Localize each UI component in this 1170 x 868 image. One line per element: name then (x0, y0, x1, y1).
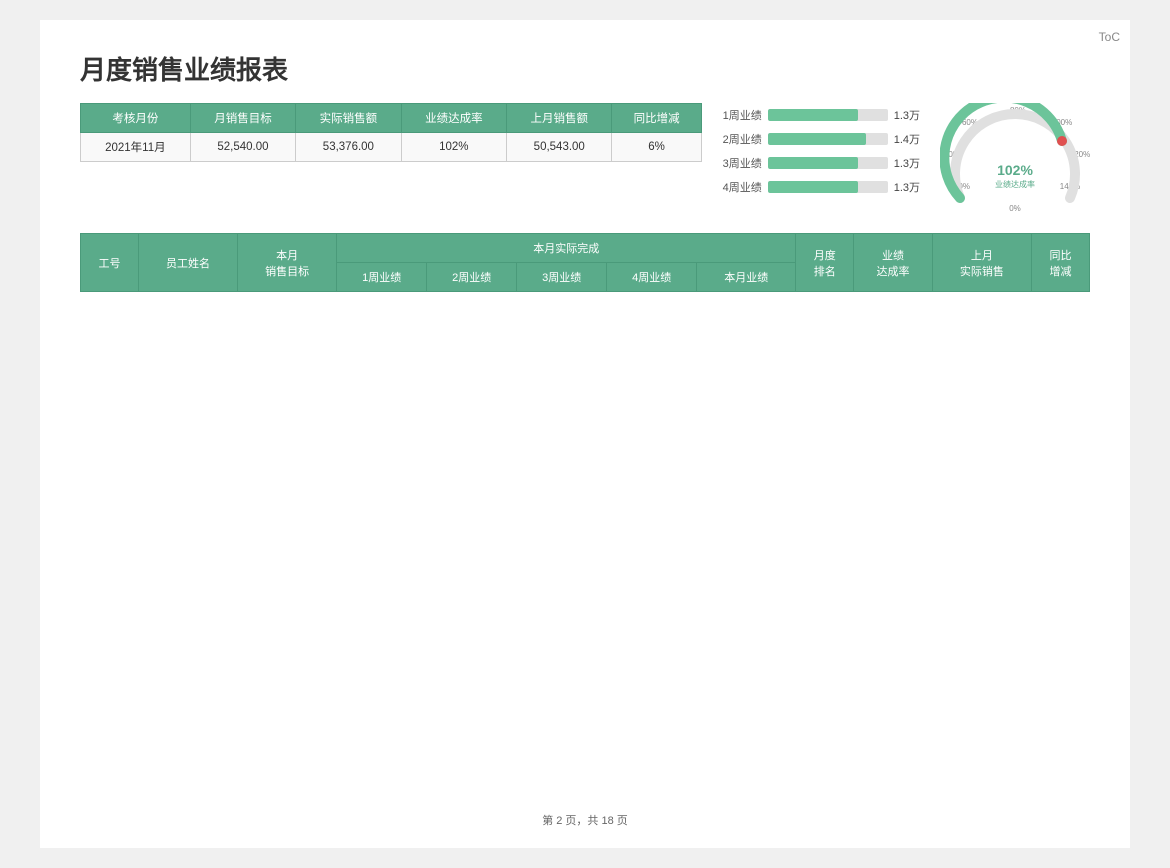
bar-label-2: 2周业绩 (722, 131, 762, 147)
th-week4: 4周业绩 (607, 263, 697, 292)
bar-track-1 (768, 109, 888, 121)
empty-row (81, 292, 1090, 792)
th-last-actual: 上月实际销售 (932, 234, 1031, 292)
th-id: 工号 (81, 234, 139, 292)
toc-badge: ToC (1099, 30, 1120, 44)
summary-row: 2021年11月 52,540.00 53,376.00 102% 50,543… (81, 133, 702, 162)
bar-chart: 1周业绩 1.3万 2周业绩 1.4万 3周业绩 1.3万 4周业绩 1.3万 (722, 103, 920, 195)
bar-fill-4 (768, 181, 858, 193)
bar-track-3 (768, 157, 888, 169)
bar-label-3: 3周业绩 (722, 155, 762, 171)
bar-row-3: 3周业绩 1.3万 (722, 155, 920, 171)
bar-row-2: 2周业绩 1.4万 (722, 131, 920, 147)
bar-track-4 (768, 181, 888, 193)
top-section: 考核月份 月销售目标 实际销售额 业绩达成率 上月销售额 同比增减 2021年1… (80, 103, 1090, 213)
bar-track-2 (768, 133, 888, 145)
th-yoy: 同比增减 (1031, 234, 1089, 292)
detail-table: 工号 员工姓名 本月销售目标 本月实际完成 月度排名 业绩达成率 上月实际销售 … (80, 233, 1090, 792)
col-header-actual: 实际销售额 (296, 104, 401, 133)
col-header-rate: 业绩达成率 (401, 104, 506, 133)
th-week3: 3周业绩 (517, 263, 607, 292)
summary-month: 2021年11月 (81, 133, 191, 162)
th-name: 员工姓名 (138, 234, 237, 292)
bar-value-1: 1.3万 (894, 107, 920, 123)
col-header-target: 月销售目标 (190, 104, 295, 133)
th-group-actual: 本月实际完成 (337, 234, 796, 263)
bar-fill-1 (768, 109, 858, 121)
summary-target: 52,540.00 (190, 133, 295, 162)
summary-last: 50,543.00 (507, 133, 612, 162)
th-month-actual: 本月业绩 (697, 263, 796, 292)
bar-label-4: 4周业绩 (722, 179, 762, 195)
bar-fill-2 (768, 133, 866, 145)
svg-text:0%: 0% (1009, 204, 1021, 213)
summary-rate: 102% (401, 133, 506, 162)
th-rate: 业绩达成率 (854, 234, 933, 292)
th-week2: 2周业绩 (427, 263, 517, 292)
col-header-month: 考核月份 (81, 104, 191, 133)
bar-row-1: 1周业绩 1.3万 (722, 107, 920, 123)
gauge-wrap: 0% 20% 40% 60% 80% 100% 120% 140% (940, 103, 1090, 213)
th-rank: 月度排名 (796, 234, 854, 292)
detail-table-wrap: 工号 员工姓名 本月销售目标 本月实际完成 月度排名 业绩达成率 上月实际销售 … (80, 233, 1090, 792)
summary-table: 考核月份 月销售目标 实际销售额 业绩达成率 上月销售额 同比增减 2021年1… (80, 103, 702, 162)
right-section: 1周业绩 1.3万 2周业绩 1.4万 3周业绩 1.3万 4周业绩 1.3万 (722, 103, 1090, 213)
gauge-svg: 0% 20% 40% 60% 80% 100% 120% 140% (940, 103, 1090, 213)
bar-value-4: 1.3万 (894, 179, 920, 195)
th-month-target: 本月销售目标 (238, 234, 337, 292)
page-title: 月度销售业绩报表 (80, 50, 1090, 87)
summary-actual: 53,376.00 (296, 133, 401, 162)
svg-text:102%: 102% (997, 162, 1033, 178)
summary-yoy: 6% (612, 133, 701, 162)
page-footer: 第 2 页，共 18 页 (80, 812, 1090, 828)
col-header-last: 上月销售额 (507, 104, 612, 133)
bar-label-1: 1周业绩 (722, 107, 762, 123)
svg-text:业绩达成率: 业绩达成率 (995, 179, 1035, 189)
bar-row-4: 4周业绩 1.3万 (722, 179, 920, 195)
bar-value-2: 1.4万 (894, 131, 920, 147)
summary-table-wrap: 考核月份 月销售目标 实际销售额 业绩达成率 上月销售额 同比增减 2021年1… (80, 103, 702, 213)
bar-fill-3 (768, 157, 858, 169)
col-header-yoy: 同比增减 (612, 104, 701, 133)
bar-value-3: 1.3万 (894, 155, 920, 171)
th-week1: 1周业绩 (337, 263, 427, 292)
